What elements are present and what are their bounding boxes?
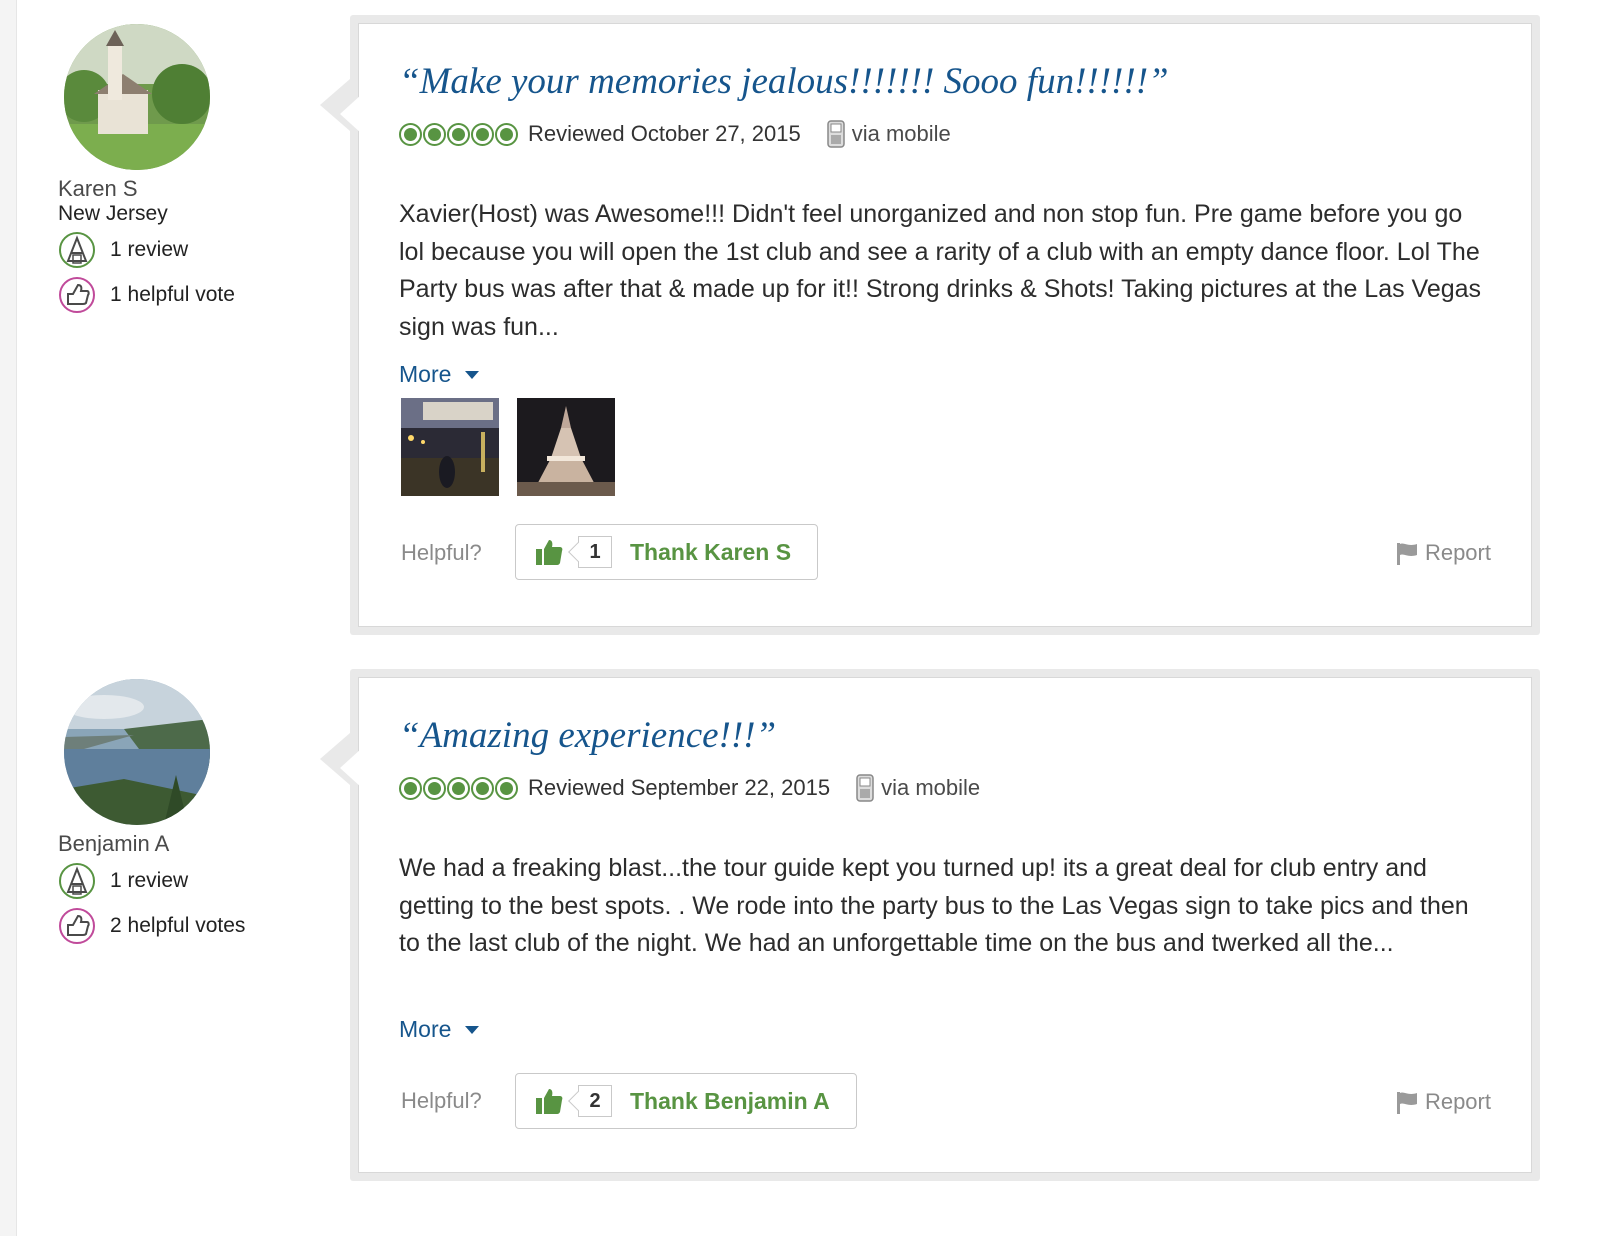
report-link[interactable]: Report [1393,539,1491,567]
review-body: We had a freaking blast...the tour guide… [399,854,1469,957]
thank-button[interactable]: 1 Thank Karen S [515,524,819,580]
helpful-votes-icon [59,277,95,313]
thank-button[interactable]: 2 Thank Benjamin A [515,1073,857,1129]
review-count-badge: 1 review [58,861,188,901]
review-body: Xavier(Host) was Awesome!!! Didn't feel … [399,200,1482,341]
avatar-lake-photo-icon [64,679,210,825]
reviewer-badge-icon [59,232,95,268]
thumbs-up-icon [536,1089,563,1114]
review-count-badge: 1 review [58,230,188,270]
thank-count: 2 [578,1085,612,1117]
thank-label: Thank Benjamin A [630,1087,830,1114]
more-label: More [399,1016,452,1042]
rating-row: Reviewed October 27, 2015 via mobile [399,117,951,151]
helpful-votes-badge: 2 helpful votes [58,906,245,946]
rating-bubbles [399,776,519,800]
thumbs-up-icon [536,540,563,565]
review-date: Reviewed September 22, 2015 [528,775,831,800]
review-title[interactable]: “Make your memories jealous!!!!!!! Sooo … [399,60,1169,103]
avatar-church-photo-icon [64,24,210,170]
helpful-votes-badge: 1 helpful vote [58,275,235,315]
member-name[interactable]: Karen S [58,176,138,202]
mobile-phone-icon [826,120,845,148]
review-title[interactable]: “Amazing experience!!!” [399,714,776,757]
review-photo-1[interactable] [401,398,499,496]
report-link[interactable]: Report [1393,1088,1491,1116]
review-2: Benjamin A 1 review 2 helpful votes “Ama… [16,655,1604,1215]
via-mobile: via mobile [881,775,981,800]
review-count: 1 review [110,238,189,261]
helpful-votes: 1 helpful vote [110,283,235,306]
via-mobile: via mobile [851,121,951,146]
report-label: Report [1424,540,1491,565]
thank-count: 1 [578,536,612,568]
helpful-label: Helpful? [401,540,482,565]
flag-icon [1396,543,1417,565]
more-label: More [399,361,452,387]
helpful-votes: 2 helpful votes [110,914,246,937]
flag-icon [1396,1092,1417,1114]
member-name[interactable]: Benjamin A [58,831,169,857]
rating-row: Reviewed September 22, 2015 via mobile [399,771,980,805]
chevron-down-icon [465,370,480,379]
thank-label: Thank Karen S [630,538,792,565]
more-link[interactable]: More [399,361,480,388]
review-photo-2[interactable] [517,398,615,496]
card-pointer-inner [340,94,362,134]
review-count: 1 review [110,869,189,892]
avatar[interactable] [64,24,210,170]
mobile-phone-icon [856,774,874,802]
report-label: Report [1424,1089,1491,1114]
card-pointer-inner [340,748,362,788]
rating-bubbles [399,122,519,146]
review-card-inner: “Make your memories jealous!!!!!!! Sooo … [340,23,1532,627]
chevron-down-icon [465,1025,480,1034]
avatar[interactable] [64,679,210,825]
review-date: Reviewed October 27, 2015 [528,121,801,146]
reviewer-badge-icon [59,863,95,899]
helpful-votes-icon [59,908,95,944]
member-location: New Jersey [58,202,168,225]
review-card: “Make your memories jealous!!!!!!! Sooo … [320,15,1540,635]
helpful-label: Helpful? [401,1088,482,1113]
eiffel-tower-photo-icon [517,398,615,496]
review-1: Karen S New Jersey 1 review 1 helpful vo… [16,0,1604,650]
review-card: “Amazing experience!!!” Reviewed Septemb… [320,669,1540,1181]
review-card-inner: “Amazing experience!!!” Reviewed Septemb… [340,677,1532,1173]
vegas-sign-photo-icon [401,398,499,496]
more-link[interactable]: More [399,1016,480,1043]
